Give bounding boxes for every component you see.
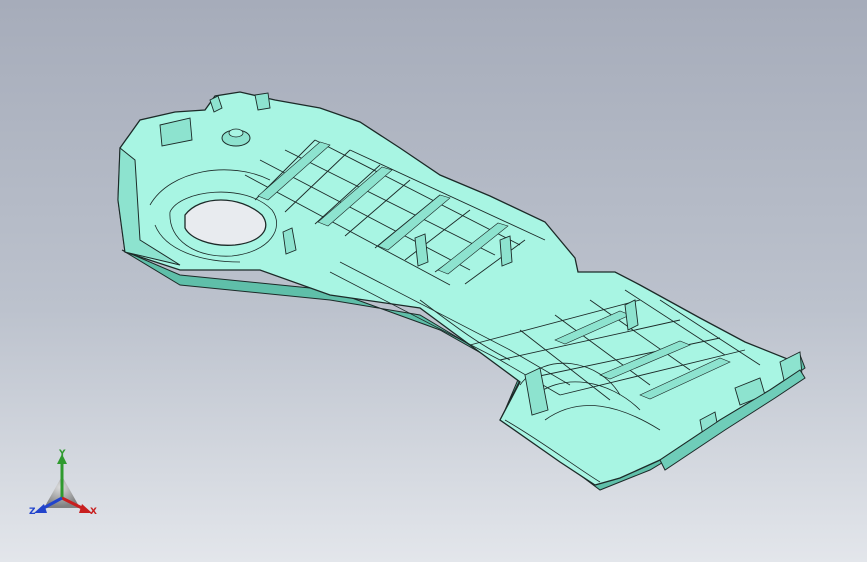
x-axis-label: X [90,507,97,517]
graphics-viewport[interactable]: Y X Z [0,0,867,562]
y-axis-label: Y [59,449,66,459]
z-axis-label: Z [29,507,36,517]
orientation-triad: Y X Z [22,446,112,526]
round-boss-top [228,128,244,138]
cad-part-model[interactable] [0,0,867,562]
